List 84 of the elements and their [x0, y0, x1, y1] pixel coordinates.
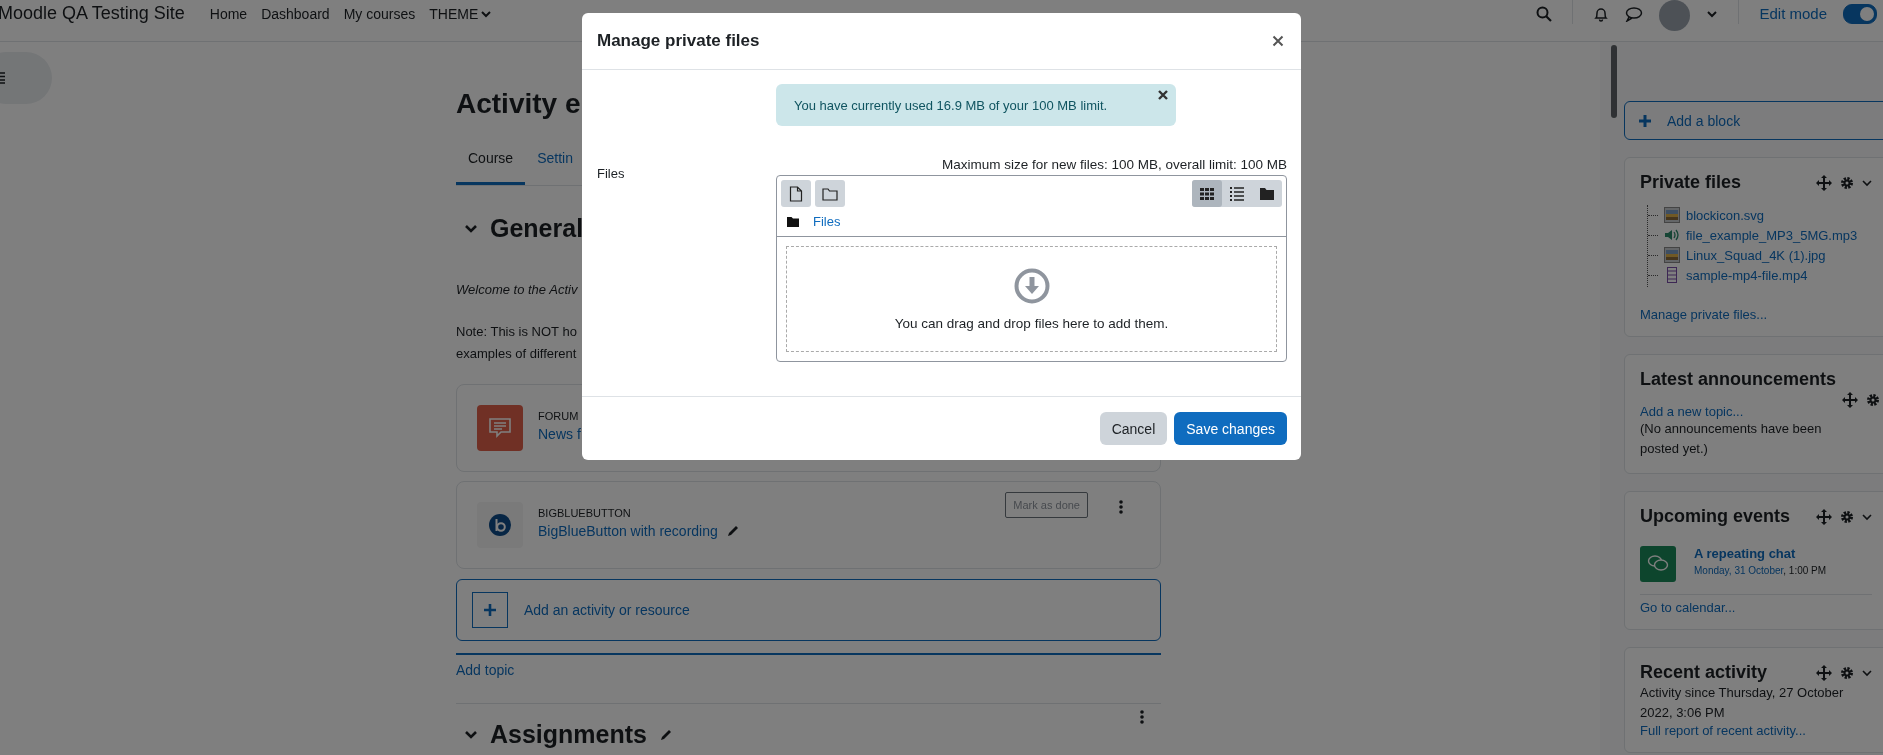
cancel-button[interactable]: Cancel: [1099, 412, 1168, 445]
add-topic-link[interactable]: Add a new topic...: [1640, 404, 1744, 419]
bell-icon[interactable]: [1593, 5, 1610, 22]
empty-message: (No announcements have been posted yet.): [1640, 420, 1823, 458]
file-link[interactable]: sample-mp4-file.mp4: [1686, 267, 1808, 283]
pencil-icon[interactable]: [659, 727, 673, 742]
forum-icon: [477, 405, 523, 451]
block-title: Recent activity: [1640, 662, 1769, 683]
image-file-icon: [1664, 247, 1680, 263]
close-icon[interactable]: [1158, 90, 1168, 100]
caret-icon[interactable]: [1862, 511, 1872, 522]
settings-icon[interactable]: [1840, 509, 1854, 524]
search-icon[interactable]: [1536, 5, 1553, 22]
activity-since-text: Activity since Thursday, 27 October 2022, 3:06 PM: [1640, 684, 1845, 722]
event-date-link[interactable]: Monday, 31 October: [1694, 565, 1784, 576]
block-title: Upcoming events: [1640, 506, 1792, 527]
move-icon[interactable]: [1816, 664, 1832, 681]
add-activity-button[interactable]: Add an activity or resource: [456, 579, 1161, 641]
file-link[interactable]: Linux_Squad_4K (1).jpg: [1686, 247, 1826, 263]
image-file-icon: [1664, 207, 1680, 223]
folder-icon: [787, 216, 799, 227]
add-activity-label: Add an activity or resource: [524, 602, 690, 618]
section-title: General: [490, 214, 584, 243]
summary-text: Note: This is NOT ho: [456, 323, 577, 341]
site-name[interactable]: Moodle QA Testing Site: [0, 3, 185, 24]
chat-icon: [1640, 546, 1676, 582]
add-topic-link[interactable]: Add topic: [456, 662, 515, 678]
nav-link[interactable]: Dashboard: [254, 5, 337, 22]
activity-type: FORUM: [538, 410, 580, 422]
video-conference-icon: [477, 502, 523, 548]
size-limit-text: Maximum size for new files: 100 MB, overall limit: 100 MB: [940, 157, 1287, 172]
plus-icon: [1639, 114, 1651, 127]
block-title: Private files: [1640, 172, 1743, 193]
section-title: Assignments: [490, 720, 647, 749]
activity-link[interactable]: News f: [538, 426, 581, 442]
activity-link[interactable]: BigBlueButton with recording: [538, 523, 718, 539]
add-block-button[interactable]: Add a block: [1624, 101, 1883, 140]
caret-icon[interactable]: [1862, 177, 1872, 188]
course-tab[interactable]: Settin: [525, 137, 573, 185]
plus-icon: [472, 592, 508, 628]
summary-text: examples of different: [456, 345, 577, 363]
grid-icon[interactable]: [1192, 180, 1222, 207]
event-time: , 1:00 PM: [1783, 565, 1827, 576]
move-icon[interactable]: [1842, 392, 1858, 408]
drop-hint: You can drag and drop files here to add them.: [894, 315, 1169, 331]
block-title: Latest announcements: [1640, 369, 1838, 390]
add-file-icon[interactable]: [781, 180, 811, 207]
save-button[interactable]: Save changes: [1174, 412, 1287, 445]
activity-type: BIGBLUEBUTTON: [538, 507, 632, 519]
film-strip-icon: [1664, 267, 1680, 283]
file-link[interactable]: blockicon.svg: [1686, 207, 1765, 223]
full-report-link[interactable]: Full report of recent activity...: [1640, 723, 1806, 738]
speaker-icon: [1664, 227, 1680, 243]
field-label: Files: [597, 165, 626, 183]
file-link[interactable]: file_example_MP3_5MG.mp3: [1686, 227, 1858, 243]
add-block-label: Add a block: [1667, 112, 1741, 129]
scrollbar-thumb[interactable]: [1611, 45, 1617, 118]
pencil-icon[interactable]: [725, 524, 740, 538]
page-title: Activity e: [456, 87, 581, 121]
chat-bubble-icon[interactable]: [1625, 5, 1644, 22]
move-icon[interactable]: [1816, 508, 1832, 525]
nav-link[interactable]: My courses: [336, 5, 423, 22]
settings-icon[interactable]: [1840, 175, 1854, 190]
settings-icon[interactable]: [1866, 393, 1880, 407]
edit-mode-toggle[interactable]: [1843, 3, 1877, 24]
summary-text: Welcome to the Activ: [456, 281, 578, 299]
edit-mode-label: Edit mode: [1759, 5, 1827, 22]
kebab-menu-icon[interactable]: [1119, 500, 1123, 514]
course-tab[interactable]: Course: [456, 137, 526, 185]
nav-link[interactable]: Home: [202, 5, 255, 22]
caret-icon[interactable]: [1862, 667, 1872, 678]
nav-dropdown[interactable]: THEME: [422, 5, 500, 22]
close-icon[interactable]: [1272, 35, 1284, 47]
folder-path-link[interactable]: Files: [813, 214, 841, 229]
manage-files-link[interactable]: Manage private files...: [1640, 307, 1768, 322]
kebab-menu-icon[interactable]: [1140, 709, 1144, 724]
alert-message: You have currently used 16.9 MB of your 100 MB limit.: [794, 97, 1108, 113]
settings-icon[interactable]: [1840, 665, 1854, 680]
modal-title: Manage private files: [597, 31, 760, 51]
drop-zone[interactable]: You can drag and drop files here to add them.: [786, 246, 1277, 352]
move-icon[interactable]: [1816, 174, 1832, 191]
calendar-link[interactable]: Go to calendar...: [1640, 600, 1736, 615]
download-icon: [1013, 267, 1050, 304]
event-link[interactable]: A repeating chat: [1694, 546, 1827, 561]
